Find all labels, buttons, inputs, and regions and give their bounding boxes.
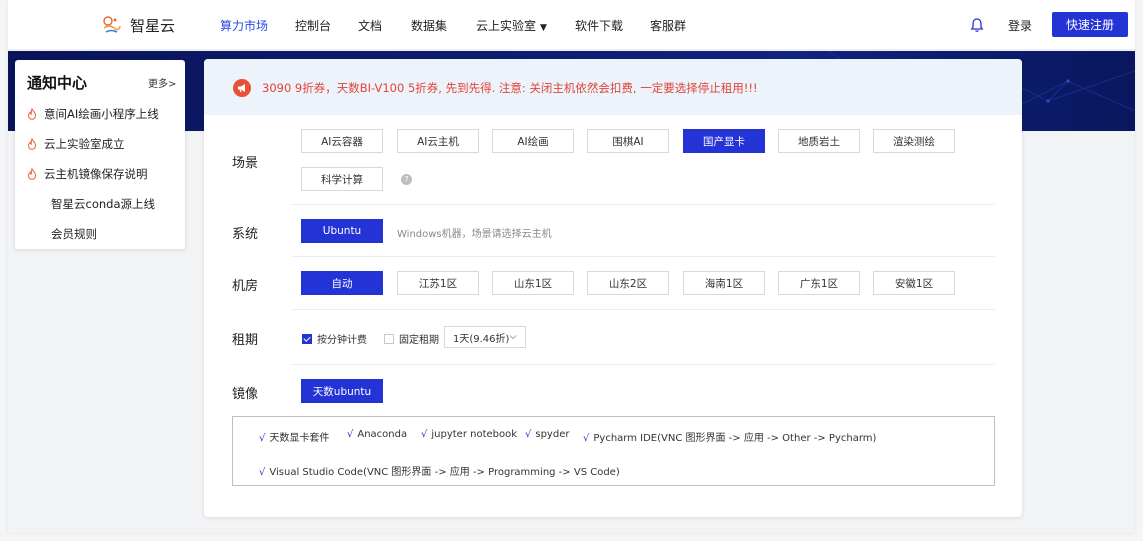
nav-item-cloud-lab[interactable]: 云上实验室 ▼: [476, 17, 547, 34]
scene-option-render-survey[interactable]: 渲染测绘: [873, 129, 955, 153]
check-icon: √: [347, 429, 354, 440]
software-item: √ Anaconda: [347, 429, 408, 440]
nav-item-cloud-lab-label: 云上实验室: [476, 19, 537, 33]
nav-item-service-group[interactable]: 客服群: [650, 17, 686, 34]
scene-option-geology[interactable]: 地质岩土: [778, 129, 860, 153]
chevron-down-icon: [509, 335, 517, 340]
scene-option-ai-container[interactable]: AI云容器: [301, 129, 383, 153]
scene-option-go-ai[interactable]: 围棋AI: [587, 129, 669, 153]
software-item: √ spyder: [525, 429, 570, 440]
divider: [292, 256, 995, 257]
signup-button[interactable]: 快速注册: [1052, 12, 1128, 37]
top-navigation: 智星云 算力市场 控制台 文档 数据集 云上实验室 ▼ 软件下载 客服群 登录 快…: [8, 0, 1135, 50]
check-icon: √: [525, 429, 532, 440]
per-minute-checkbox[interactable]: 按分钟计费: [302, 331, 367, 346]
notice-title: 通知中心: [27, 74, 88, 92]
fire-icon: [27, 108, 37, 120]
image-option-tianshu-ubuntu[interactable]: 天数ubuntu: [301, 379, 383, 403]
fixed-term-value: 1天(9.46折): [453, 333, 510, 345]
room-option-anhui-1[interactable]: 安徽1区: [873, 271, 955, 295]
bell-icon[interactable]: [970, 17, 984, 33]
room-option-shandong-2[interactable]: 山东2区: [587, 271, 669, 295]
promo-alert: 3090 9折券，天数BI-V100 5折券, 先到先得. 注意: 关闭主机依然…: [204, 59, 1022, 115]
system-hint: Windows机器，场景请选择云主机: [397, 229, 552, 240]
login-link[interactable]: 登录: [1008, 17, 1032, 34]
notice-item[interactable]: 云主机镜像保存说明: [27, 166, 148, 182]
checkbox-checked-icon: [302, 333, 312, 344]
software-item: √ jupyter notebook: [421, 429, 518, 440]
system-label: 系统: [232, 227, 259, 242]
per-minute-label: 按分钟计费: [317, 335, 367, 346]
divider: [292, 309, 995, 310]
notice-item-label: 会员规则: [51, 227, 97, 241]
fire-icon: [27, 138, 37, 150]
nav-item-docs[interactable]: 文档: [358, 17, 382, 34]
notice-center: 通知中心 更多> 意间AI绘画小程序上线 云上实验室成立 云主机镜像保存说明 智…: [15, 60, 185, 249]
room-option-hainan-1[interactable]: 海南1区: [683, 271, 765, 295]
room-label: 机房: [232, 279, 259, 294]
logo-icon: [103, 16, 121, 33]
image-label: 镜像: [232, 387, 259, 402]
notice-item-label: 云上实验室成立: [44, 137, 125, 151]
check-icon: √: [421, 429, 428, 440]
nav-item-compute-market[interactable]: 算力市场: [220, 17, 268, 34]
fixed-term-label: 固定租期: [399, 335, 439, 346]
room-option-jiangsu-1[interactable]: 江苏1区: [397, 271, 479, 295]
scene-option-ai-painting[interactable]: AI绘画: [492, 129, 574, 153]
software-list: √ 天数显卡套件 √ Anaconda √ jupyter notebook √ spy…: [232, 416, 995, 486]
nav-item-software-download[interactable]: 软件下载: [575, 17, 623, 34]
notice-item[interactable]: 智星云conda源上线: [51, 196, 155, 212]
system-option-ubuntu[interactable]: Ubuntu: [301, 219, 383, 243]
fire-icon: [27, 168, 37, 180]
check-icon: √: [259, 433, 266, 444]
compute-market-card: 3090 9折券，天数BI-V100 5折券, 先到先得. 注意: 关闭主机依然…: [204, 59, 1022, 517]
notice-item[interactable]: 会员规则: [51, 226, 97, 242]
brand-logo[interactable]: 智星云: [100, 13, 175, 37]
nav-item-datasets[interactable]: 数据集: [411, 17, 447, 34]
scene-option-ai-cloud-host[interactable]: AI云主机: [397, 129, 479, 153]
check-icon: √: [259, 467, 266, 478]
checkbox-unchecked-icon: [384, 333, 394, 344]
nav-item-console[interactable]: 控制台: [295, 17, 331, 34]
notice-item[interactable]: 意间AI绘画小程序上线: [27, 106, 159, 122]
notice-item-label: 意间AI绘画小程序上线: [44, 107, 159, 121]
megaphone-icon: [233, 79, 251, 97]
page-frame: 智星云 算力市场 控制台 文档 数据集 云上实验室 ▼ 软件下载 客服群 登录 快…: [8, 0, 1135, 533]
divider: [292, 364, 995, 365]
rent-label: 租期: [232, 333, 259, 348]
scene-option-domestic-gpu[interactable]: 国产显卡: [683, 129, 765, 153]
check-icon: √: [583, 433, 590, 444]
fixed-term-select[interactable]: 1天(9.46折): [444, 326, 526, 348]
software-item: √ Visual Studio Code(VNC 图形界面 -> 应用 -> Pr…: [259, 467, 620, 478]
software-item: √ Pycharm IDE(VNC 图形界面 -> 应用 -> Other -> …: [583, 433, 877, 444]
brand-name: 智星云: [130, 16, 176, 35]
alert-text: 3090 9折券，天数BI-V100 5折券, 先到先得. 注意: 关闭主机依然…: [262, 81, 758, 95]
fixed-term-checkbox[interactable]: 固定租期: [384, 331, 439, 346]
divider: [292, 204, 995, 205]
notice-item[interactable]: 云上实验室成立: [27, 136, 125, 152]
scene-option-scientific[interactable]: 科学计算: [301, 167, 383, 191]
software-item: √ 天数显卡套件: [259, 433, 330, 444]
chevron-down-icon: ▼: [540, 23, 547, 33]
notice-item-label: 智星云conda源上线: [51, 197, 155, 211]
room-option-shandong-1[interactable]: 山东1区: [492, 271, 574, 295]
notice-more-link[interactable]: 更多>: [148, 75, 176, 90]
room-option-auto[interactable]: 自动: [301, 271, 383, 295]
room-option-guangdong-1[interactable]: 广东1区: [778, 271, 860, 295]
help-icon[interactable]: ?: [401, 174, 412, 185]
notice-item-label: 云主机镜像保存说明: [44, 167, 148, 181]
scene-label: 场景: [232, 156, 259, 171]
